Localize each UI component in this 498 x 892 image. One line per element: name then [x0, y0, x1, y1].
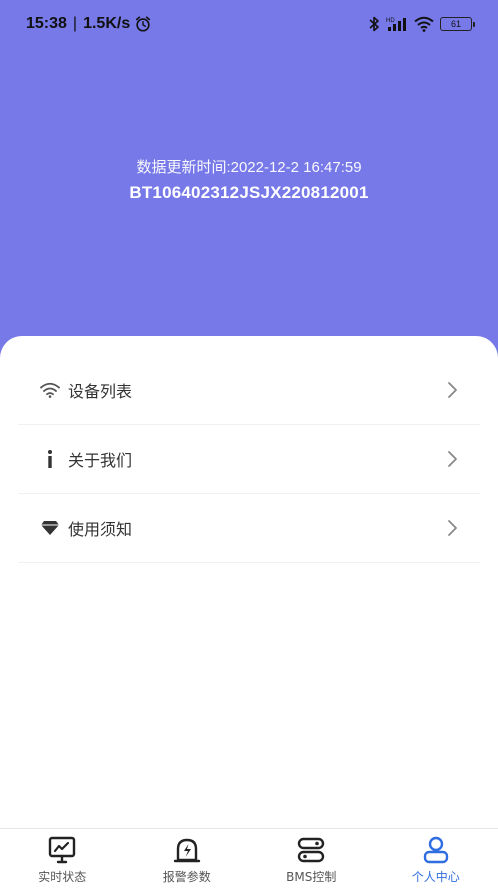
status-bar: 15:38 | 1.5K/s HD 61	[0, 0, 498, 48]
menu-item-usage-notice[interactable]: 使用须知	[18, 494, 480, 563]
tab-label: 实时状态	[38, 870, 87, 884]
status-left: 15:38 | 1.5K/s	[26, 15, 152, 33]
chevron-right-icon	[448, 520, 457, 536]
wifi-icon	[414, 16, 434, 32]
alarm-bolt-icon	[173, 838, 200, 863]
menu-item-about-us[interactable]: 关于我们	[18, 425, 480, 494]
chevron-right-icon	[448, 382, 457, 398]
menu-item-label: 使用须知	[68, 520, 133, 539]
signal-icon: HD	[386, 18, 406, 31]
status-time: 15:38	[26, 15, 67, 32]
monitor-icon	[49, 836, 76, 864]
menu-list: 设备列表 关于我们 使用须知	[18, 356, 480, 563]
network-speed: 1.5K/s	[83, 15, 131, 32]
info-icon	[40, 449, 60, 469]
tab-personal-center[interactable]: 个人中心	[374, 829, 498, 892]
tab-bms-control[interactable]: BMS控制	[249, 829, 374, 892]
tab-label: BMS控制	[286, 870, 337, 884]
menu-item-label: 关于我们	[68, 451, 133, 470]
status-divider: |	[72, 15, 78, 32]
tab-realtime-status[interactable]: 实时状态	[0, 829, 125, 892]
svg-text:HD: HD	[386, 18, 395, 24]
bluetooth-icon	[369, 16, 379, 32]
menu-item-device-list[interactable]: 设备列表	[18, 356, 480, 425]
tab-label: 个人中心	[411, 870, 460, 884]
server-icon	[298, 837, 325, 863]
status-right: HD 61	[368, 15, 475, 33]
chevron-right-icon	[448, 451, 457, 467]
update-time: 数据更新时间:2022-12-2 16:47:59	[136, 159, 362, 176]
battery-level: 61	[450, 19, 461, 29]
content-sheet: 设备列表 关于我们 使用须知	[0, 336, 498, 892]
gem-icon	[40, 518, 60, 538]
battery-icon: 61	[440, 17, 475, 31]
user-icon	[423, 836, 448, 864]
menu-item-label: 设备列表	[68, 382, 133, 401]
tab-alarm-params[interactable]: 报警参数	[125, 829, 250, 892]
wifi-icon	[40, 380, 60, 400]
bottom-tab-bar: 实时状态 报警参数 BMS控制 个人中心	[0, 828, 498, 892]
tab-label: 报警参数	[162, 870, 211, 884]
device-header: 数据更新时间:2022-12-2 16:47:59 BT106402312JSJ…	[0, 156, 498, 203]
device-id: BT106402312JSJX220812001	[129, 183, 369, 202]
alarm-icon	[136, 16, 151, 32]
